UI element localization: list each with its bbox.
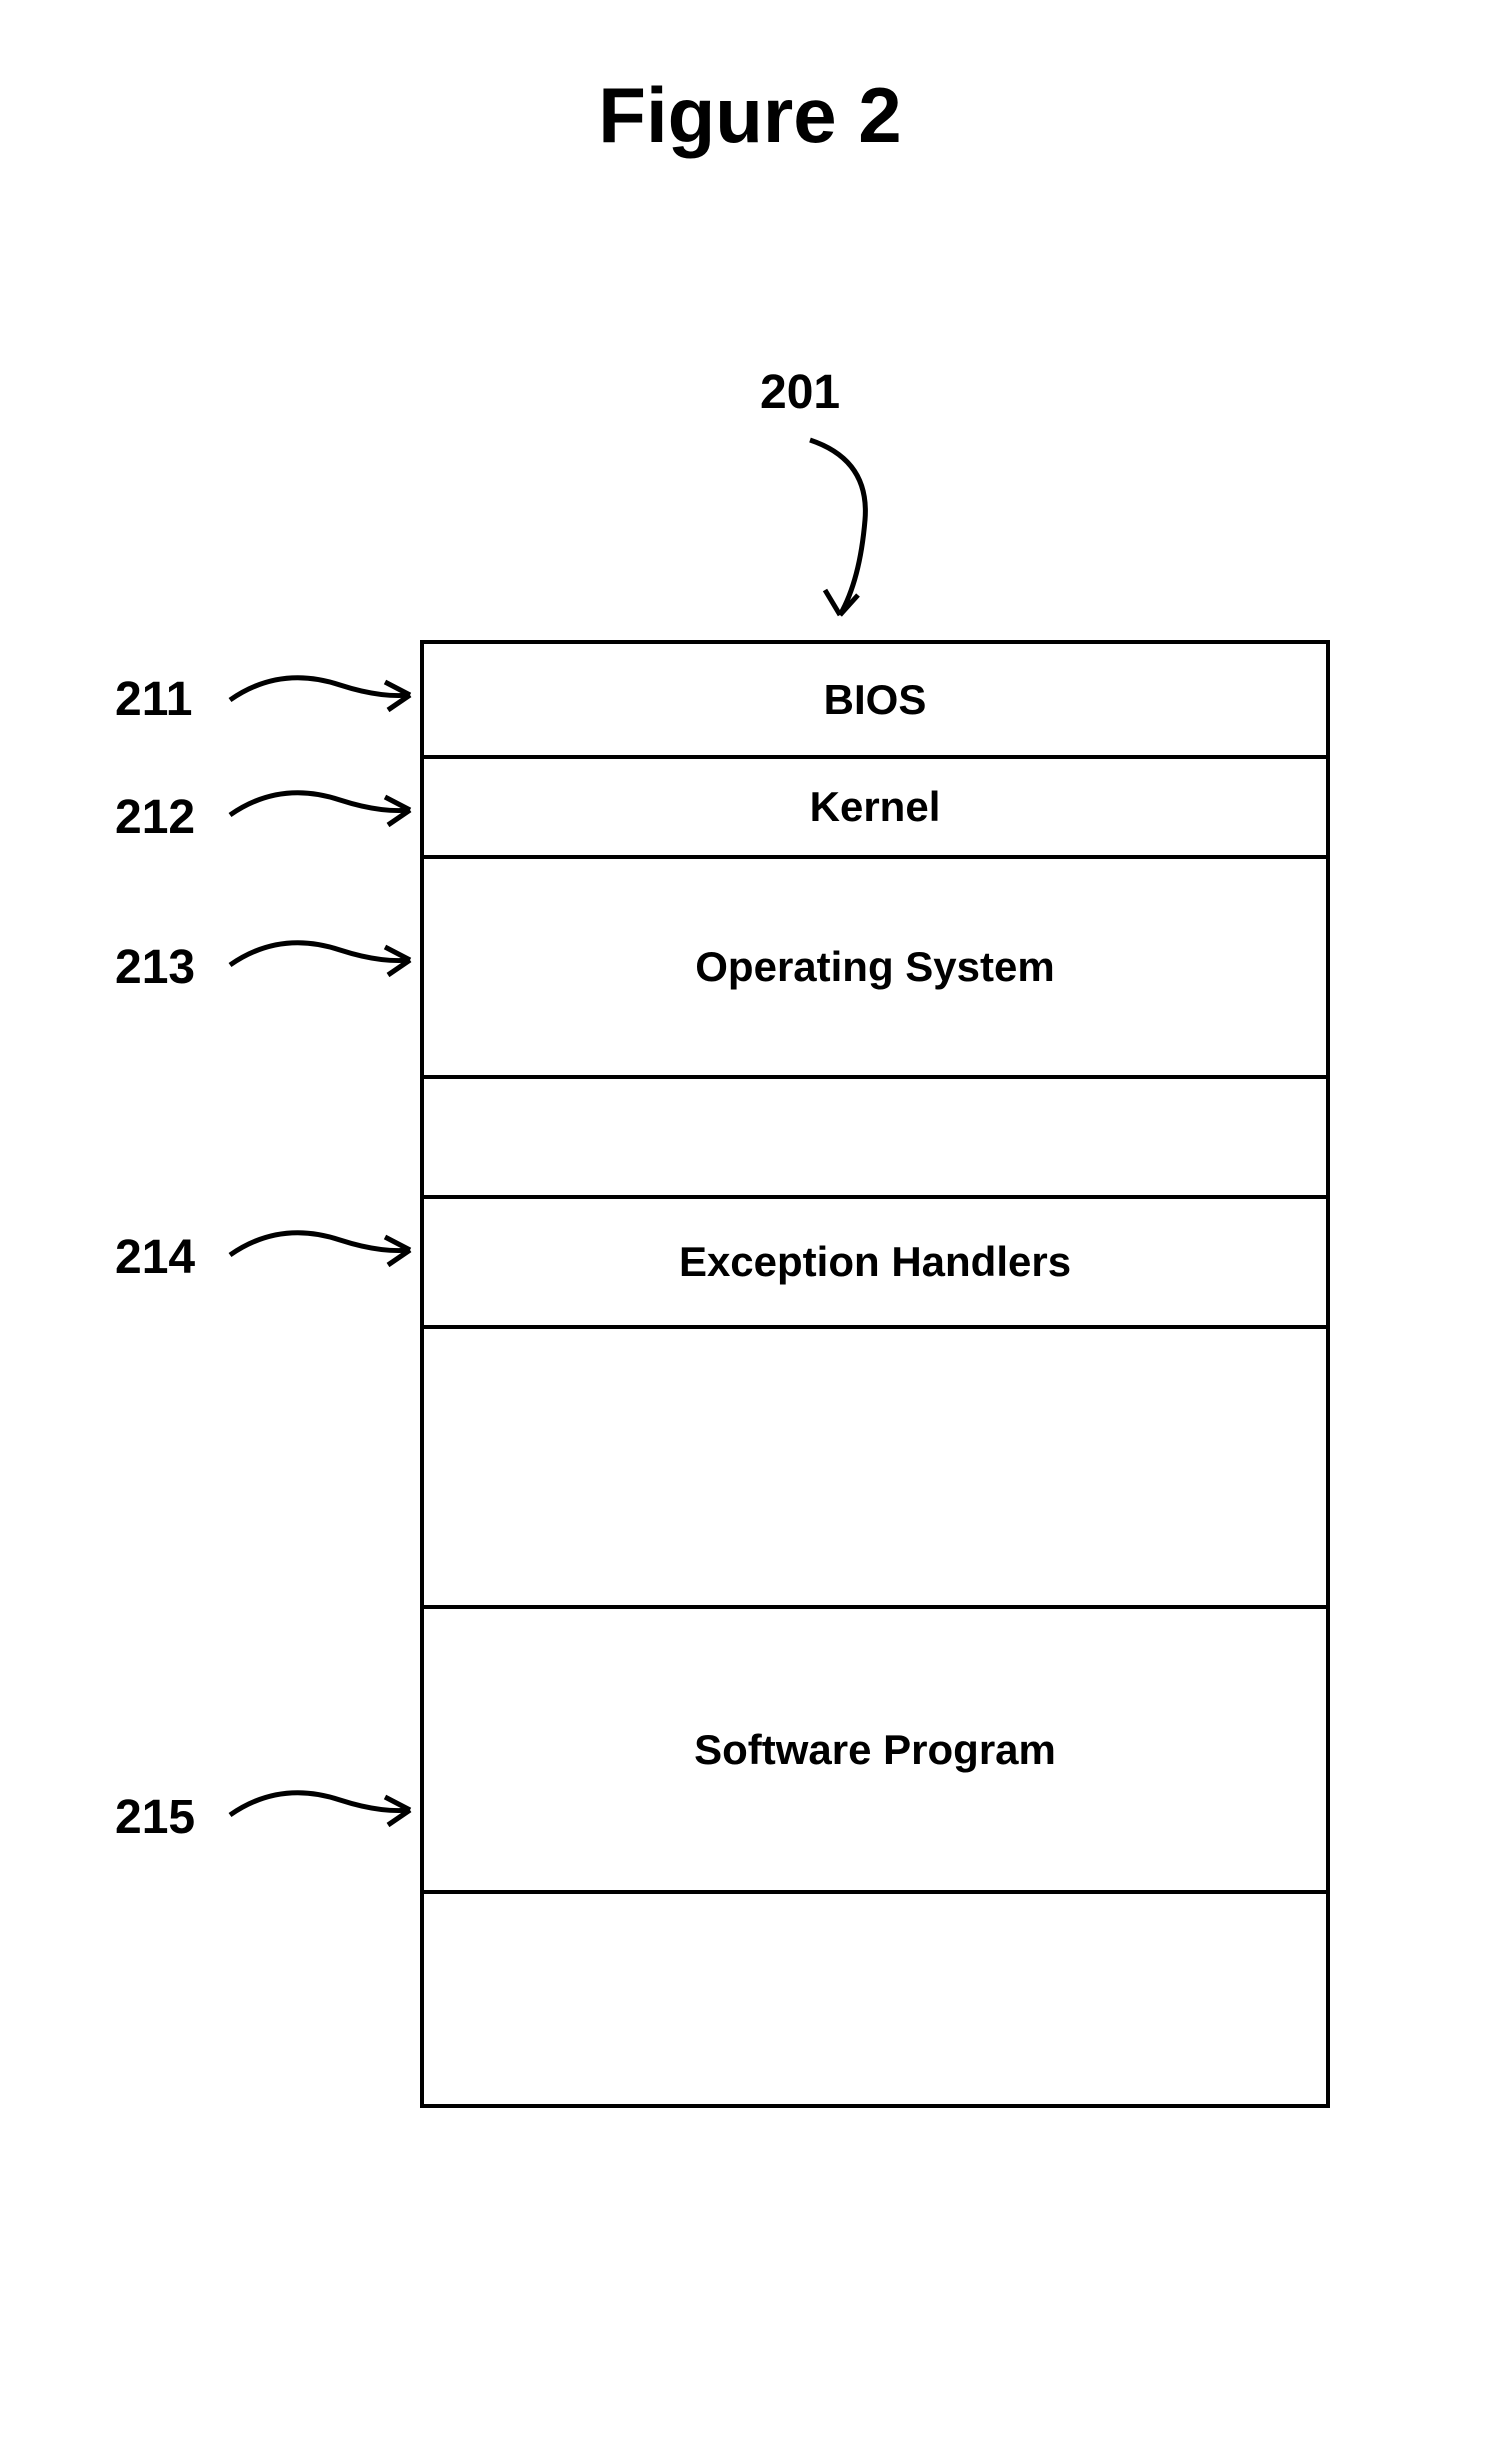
kernel-layer: Kernel [424, 759, 1326, 859]
top-reference-label: 201 [760, 365, 840, 420]
top-arrow [790, 430, 920, 640]
arrow-211 [220, 660, 420, 740]
ref-213: 213 [115, 940, 195, 995]
empty-layer-2 [424, 1329, 1326, 1609]
os-layer: Operating System [424, 859, 1326, 1079]
empty-layer-3 [424, 1894, 1326, 2104]
ref-211: 211 [115, 672, 192, 727]
ref-215: 215 [115, 1790, 195, 1845]
exception-handlers-layer: Exception Handlers [424, 1199, 1326, 1329]
memory-stack-diagram: BIOS Kernel Operating System Exception H… [420, 640, 1330, 2108]
bios-layer: BIOS [424, 644, 1326, 759]
ref-214: 214 [115, 1230, 195, 1285]
arrow-214 [220, 1215, 420, 1295]
arrow-215 [220, 1775, 420, 1855]
arrow-212 [220, 775, 420, 855]
empty-layer-1 [424, 1079, 1326, 1199]
ref-212: 212 [115, 790, 195, 845]
figure-title: Figure 2 [598, 70, 901, 161]
arrow-213 [220, 925, 420, 1005]
software-program-layer: Software Program [424, 1609, 1326, 1894]
